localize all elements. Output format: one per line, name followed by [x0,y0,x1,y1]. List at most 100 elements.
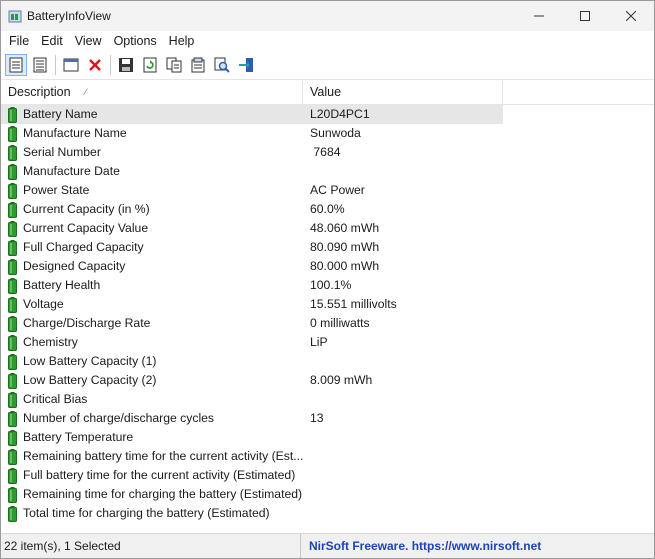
battery-icon [8,201,17,218]
row-description-cell: Chemistry [1,333,303,352]
list-row[interactable]: Battery Name L20D4PC1 [1,105,654,124]
list-row[interactable]: Current Capacity (in %) 60.0% [1,200,654,219]
delete-button[interactable] [84,54,106,76]
battery-icon [8,448,17,465]
battery-icon [8,391,17,408]
list-row[interactable]: Power State AC Power [1,181,654,200]
close-button[interactable] [608,1,654,31]
column-header-description-label: Description [8,85,71,99]
row-description-cell: Battery Name [1,105,303,124]
refresh-button[interactable] [139,54,161,76]
list-row[interactable]: Low Battery Capacity (1) [1,352,654,371]
row-description: Designed Capacity [23,259,126,273]
battery-icon [8,372,17,389]
row-description-cell: Charge/Discharge Rate [1,314,303,333]
maximize-button[interactable] [562,1,608,31]
list-row[interactable]: Number of charge/discharge cycles 13 [1,409,654,428]
menu-file[interactable]: File [3,31,35,51]
menu-help[interactable]: Help [163,31,201,51]
list-row[interactable]: Remaining battery time for the current a… [1,447,654,466]
row-description: Full battery time for the current activi… [23,468,296,482]
nirsoft-link[interactable]: NirSoft Freeware. https://www.nirsoft.ne… [301,534,541,558]
row-description: Total time for charging the battery (Est… [23,506,270,520]
row-description: Current Capacity Value [23,221,149,235]
row-description: Serial Number [23,145,101,159]
battery-icon [8,467,17,484]
row-value [303,485,503,504]
list-row[interactable]: Serial Number 7684 [1,143,654,162]
row-description: Battery Health [23,278,101,292]
row-description-cell: Remaining time for charging the battery … [1,485,303,504]
list-row[interactable]: Critical Bias [1,390,654,409]
list-row[interactable]: Voltage 15.551 millivolts [1,295,654,314]
row-description-cell: Full Charged Capacity [1,238,303,257]
find-button[interactable] [211,54,233,76]
battery-info-list[interactable]: Description ⁄ Value Battery Name L20D4PC1… [1,81,654,534]
battery-icon [8,315,17,332]
menu-bar: File Edit View Options Help [1,31,654,51]
row-value: 80.000 mWh [310,259,380,273]
app-icon [7,8,23,24]
save-button[interactable] [115,54,137,76]
battery-icon [8,258,17,275]
row-description: Charge/Discharge Rate [23,316,151,330]
list-row[interactable]: Battery Temperature [1,428,654,447]
list-row[interactable]: Remaining time for charging the battery … [1,485,654,504]
list-row[interactable]: Manufacture Date [1,162,654,181]
battery-info-mode-button[interactable] [5,54,27,76]
battery-icon [8,277,17,294]
properties-window-button[interactable] [60,54,82,76]
row-description: Remaining battery time for the current a… [23,449,303,463]
column-header-description[interactable]: Description ⁄ [1,81,303,104]
battery-icon [8,182,17,199]
row-value: L20D4PC1 [303,105,503,124]
exit-button[interactable] [235,54,257,76]
battery-icon [8,163,17,180]
row-description-cell: Critical Bias [1,390,303,409]
close-icon [626,11,636,21]
row-value [303,352,503,371]
list-rows: Battery Name L20D4PC1 Manufacture Name Sunw… [1,105,654,523]
row-description: Manufacture Date [23,164,120,178]
row-value: 13 [310,411,324,425]
menu-options[interactable]: Options [108,31,163,51]
battery-icon [8,410,17,427]
list-row[interactable]: Charge/Discharge Rate 0 milliwatts [1,314,654,333]
copy-icon [166,57,182,73]
battery-log-mode-button[interactable] [29,54,51,76]
list-row[interactable]: Current Capacity Value 48.060 mWh [1,219,654,238]
status-bar: 22 item(s), 1 Selected NirSoft Freeware.… [1,533,654,558]
html-report-button[interactable] [187,54,209,76]
row-value: 80.090 mWh [310,240,380,254]
report-icon [191,57,205,73]
red-x-icon [89,59,101,71]
row-description: Low Battery Capacity (1) [23,354,157,368]
row-value [303,390,503,409]
list-row[interactable]: Designed Capacity 80.000 mWh [1,257,654,276]
sort-ascending-icon: ⁄ [85,87,87,97]
row-value: 100.1% [310,278,352,292]
list-row[interactable]: Full Charged Capacity 80.090 mWh [1,238,654,257]
menu-view[interactable]: View [69,31,108,51]
row-value: AC Power [310,183,365,197]
list-row[interactable]: Chemistry LiP [1,333,654,352]
minimize-button[interactable] [516,1,562,31]
row-description-cell: Power State [1,181,303,200]
column-header-value[interactable]: Value [303,81,503,104]
column-header-value-label: Value [310,85,342,99]
list-row[interactable]: Battery Health 100.1% [1,276,654,295]
toolbar-separator [55,55,56,75]
list-row[interactable]: Total time for charging the battery (Est… [1,504,654,523]
list-row[interactable]: Manufacture Name Sunwoda [1,124,654,143]
list-row[interactable]: Full battery time for the current activi… [1,466,654,485]
title-bar[interactable]: BatteryInfoView [1,1,654,31]
row-description-cell: Current Capacity (in %) [1,200,303,219]
row-description-cell: Remaining battery time for the current a… [1,447,303,466]
copy-button[interactable] [163,54,185,76]
list-row[interactable]: Low Battery Capacity (2) 8.009 mWh [1,371,654,390]
menu-edit[interactable]: Edit [35,31,69,51]
magnifier-icon [214,57,230,73]
row-value: 7684 [310,145,341,159]
row-value: 48.060 mWh [310,221,380,235]
row-description-cell: Low Battery Capacity (2) [1,371,303,390]
